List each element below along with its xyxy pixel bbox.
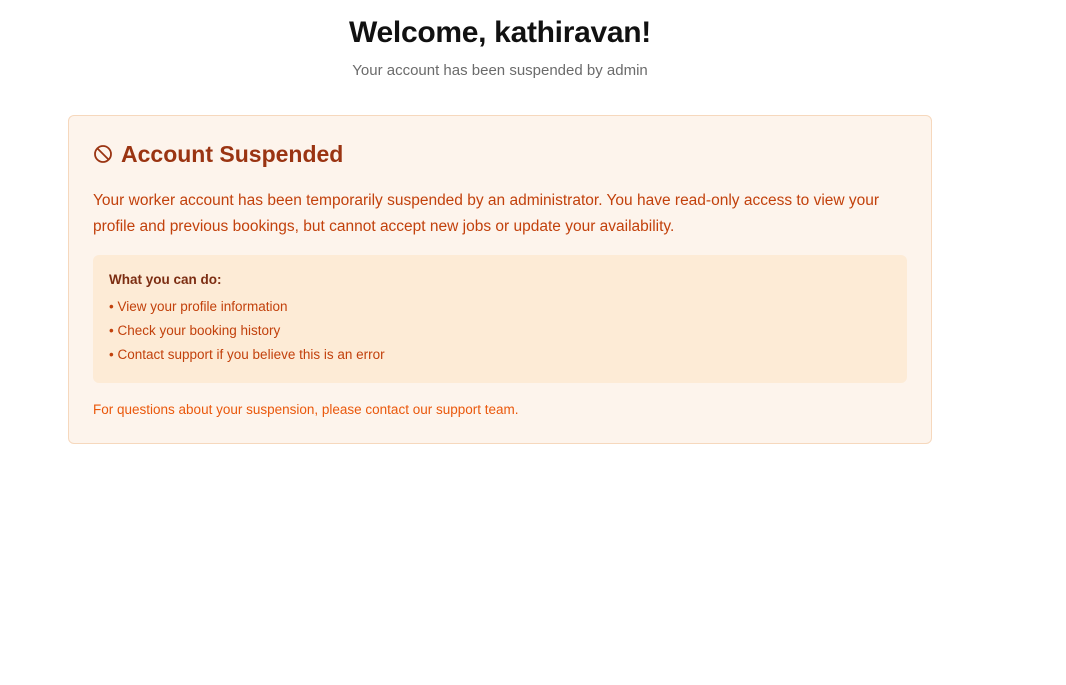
notice-description: Your worker account has been temporarily… xyxy=(93,192,880,235)
page-title: Welcome, kathiravan! xyxy=(349,16,651,49)
page-header: Welcome, kathiravan! Your account has be… xyxy=(0,0,1000,81)
ban-icon xyxy=(93,144,113,164)
list-item: • View your profile information xyxy=(109,299,288,314)
list-item: • Check your booking history xyxy=(109,323,281,338)
suspension-notice-card: Account Suspended Your worker account ha… xyxy=(68,115,932,444)
list-item: • Contact support if you believe this is… xyxy=(109,347,385,362)
what-you-can-do-box: What you can do: • View your profile inf… xyxy=(93,255,907,383)
page-subtitle: Your account has been suspended by admin xyxy=(352,62,648,79)
support-note: For questions about your suspension, ple… xyxy=(93,402,519,417)
notice-title: Account Suspended xyxy=(121,141,344,167)
notice-title-row: Account Suspended xyxy=(93,140,907,168)
what-you-can-do-heading: What you can do: xyxy=(109,272,222,287)
